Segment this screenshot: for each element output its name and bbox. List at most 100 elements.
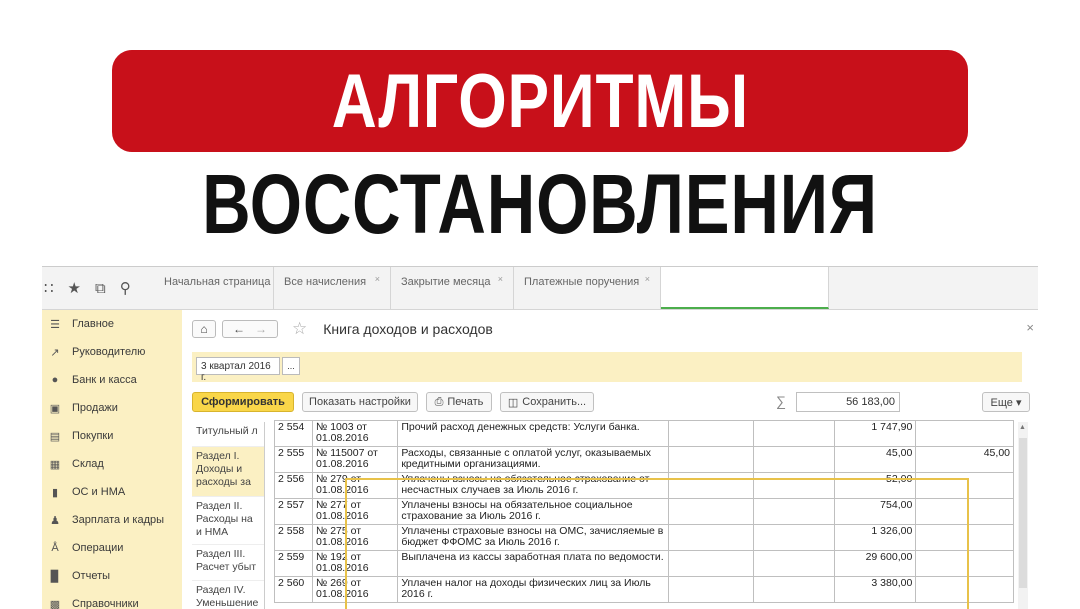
- row-sum: 45,00: [835, 447, 916, 473]
- apps-grid-icon[interactable]: ∷: [44, 279, 54, 297]
- sidebar-item-label: Покупки: [72, 430, 113, 442]
- row-sum2: [916, 551, 1014, 577]
- sidebar-item-fixed-assets[interactable]: ▮ОС и НМА: [42, 478, 182, 506]
- favorite-star-icon[interactable]: ☆: [292, 319, 307, 339]
- row-sum2: 45,00: [916, 447, 1014, 473]
- book-icon: ▩: [48, 598, 62, 609]
- more-button[interactable]: Еще ▾: [982, 392, 1030, 412]
- table-row[interactable]: 2 557 № 277 от 01.08.2016 Уплачены взнос…: [275, 499, 1014, 525]
- history-icon[interactable]: ⧉: [95, 280, 106, 297]
- grid-icon: ▦: [48, 458, 62, 471]
- sidebar-item-catalogs[interactable]: ▩ Справочники: [42, 590, 182, 609]
- row-description: Уплачены взносы на обязательное страхова…: [398, 473, 668, 499]
- table-row[interactable]: 2 560 № 269 от 01.08.2016 Уплачен налог …: [275, 577, 1014, 603]
- table-row[interactable]: 2 559 № 192 от 01.08.2016 Выплачена из к…: [275, 551, 1014, 577]
- coin-icon: ●: [48, 374, 62, 386]
- top-bar: ∷ ★ ⧉ ⚲ Начальная страница Все начислени…: [42, 267, 1038, 310]
- sidebar-item-operations[interactable]: ÅОперации: [42, 534, 182, 562]
- sidebar-item-warehouse[interactable]: ▦Склад: [42, 450, 182, 478]
- sum-icon: ∑: [776, 393, 786, 409]
- row-empty: [753, 421, 834, 447]
- scrollbar[interactable]: ▲: [1018, 422, 1028, 609]
- sidebar-item-sales[interactable]: ▣Продажи: [42, 394, 182, 422]
- report-section-4[interactable]: Раздел IV. Уменьшение: [192, 581, 264, 609]
- row-empty: [668, 447, 753, 473]
- favorites-star-icon[interactable]: ★: [68, 279, 81, 297]
- nav-buttons: ← →: [222, 320, 278, 338]
- save-button[interactable]: ◫Сохранить...: [500, 392, 594, 412]
- tab-label: Все начисления: [284, 276, 366, 288]
- report-section-3[interactable]: Раздел III. Расчет убыт: [192, 545, 264, 581]
- home-button[interactable]: ⌂: [192, 320, 216, 338]
- row-document: № 277 от 01.08.2016: [313, 499, 398, 525]
- sidebar-item-label: Руководителю: [72, 346, 145, 358]
- tab-label: Закрытие месяца: [401, 276, 491, 288]
- row-sum: 29 600,00: [835, 551, 916, 577]
- row-sum: 754,00: [835, 499, 916, 525]
- row-description: Уплачены страховые взносы на ОМС, зачисл…: [398, 525, 668, 551]
- forward-arrow-icon[interactable]: →: [255, 322, 267, 336]
- report-section-1[interactable]: Раздел I. Доходы и расходы за: [192, 447, 264, 497]
- row-empty: [753, 551, 834, 577]
- save-label: Сохранить...: [522, 396, 586, 408]
- scroll-thumb[interactable]: [1019, 438, 1027, 588]
- row-empty: [753, 577, 834, 603]
- app-window: ∷ ★ ⧉ ⚲ Начальная страница Все начислени…: [42, 266, 1038, 609]
- banner-title: АЛГОРИТМЫ: [331, 58, 748, 145]
- sidebar-item-manager[interactable]: ↗ Руководителю: [42, 338, 182, 366]
- close-tab-icon[interactable]: ×: [498, 274, 503, 284]
- sidebar-item-label: Банк и касса: [72, 374, 137, 386]
- period-select-button[interactable]: ...: [282, 357, 300, 375]
- row-sum: 1 747,90: [835, 421, 916, 447]
- generate-button[interactable]: Сформировать: [192, 392, 294, 412]
- report-section-2[interactable]: Раздел II. Расходы на и НМА: [192, 497, 264, 545]
- sidebar-item-reports[interactable]: ▉Отчеты: [42, 562, 182, 590]
- print-button[interactable]: ⎙Печать: [426, 392, 492, 412]
- close-tab-icon[interactable]: ×: [375, 274, 380, 284]
- row-description: Уплачены взносы на обязательное социальн…: [398, 499, 668, 525]
- row-sum2: [916, 499, 1014, 525]
- row-description: Выплачена из кассы заработная плата по в…: [398, 551, 668, 577]
- row-number: 2 559: [275, 551, 313, 577]
- sidebar-item-main[interactable]: ☰Главное: [42, 310, 182, 338]
- back-arrow-icon[interactable]: ←: [233, 322, 245, 336]
- menu-icon: ☰: [48, 318, 62, 331]
- tab-home[interactable]: Начальная страница: [154, 267, 274, 309]
- tab-payment-orders[interactable]: Платежные поручения×: [514, 267, 661, 309]
- sidebar-item-label: ОС и НМА: [72, 486, 125, 498]
- close-tab-icon[interactable]: ×: [645, 274, 650, 284]
- row-document: № 115007 от 01.08.2016: [313, 447, 398, 473]
- period-field[interactable]: 3 квартал 2016 г.: [196, 357, 280, 375]
- tab-book-income-expense[interactable]: [661, 267, 829, 309]
- row-number: 2 557: [275, 499, 313, 525]
- tab-month-closing[interactable]: Закрытие месяца ×: [391, 267, 514, 309]
- sidebar: ☰Главное ↗ Руководителю ● Банк и касса ▣Пр…: [42, 310, 182, 609]
- row-sum2: [916, 525, 1014, 551]
- show-settings-button[interactable]: Показать настройки: [302, 392, 418, 412]
- row-sum: 3 380,00: [835, 577, 916, 603]
- scroll-up-icon[interactable]: ▲: [1019, 424, 1026, 431]
- sidebar-item-label: Справочники: [72, 598, 139, 609]
- sidebar-item-purchases[interactable]: ▤ Покупки: [42, 422, 182, 450]
- tab-label: Начальная страница: [164, 276, 270, 288]
- table-row[interactable]: 2 554 № 1003 от 01.08.2016 Прочий расход…: [275, 421, 1014, 447]
- page-title: Книга доходов и расходов: [323, 321, 493, 337]
- table-row[interactable]: 2 558 № 275 от 01.08.2016 Уплачены страх…: [275, 525, 1014, 551]
- row-empty: [668, 421, 753, 447]
- table-row[interactable]: 2 556 № 279 от 01.08.2016 Уплачены взнос…: [275, 473, 1014, 499]
- sidebar-item-bank[interactable]: ● Банк и касса: [42, 366, 182, 394]
- table-row[interactable]: 2 555 № 115007 от 01.08.2016 Расходы, св…: [275, 447, 1014, 473]
- close-icon[interactable]: ×: [1026, 320, 1034, 335]
- cart-icon: ▤: [48, 430, 62, 443]
- tab-all-accruals[interactable]: Все начисления ×: [274, 267, 391, 309]
- report-section-title[interactable]: Титульный л: [192, 422, 264, 447]
- row-sum: 1 326,00: [835, 525, 916, 551]
- row-empty: [668, 577, 753, 603]
- sum-field: 56 183,00: [796, 392, 900, 412]
- report-table: 2 554 № 1003 от 01.08.2016 Прочий расход…: [274, 420, 1014, 603]
- search-icon[interactable]: ⚲: [120, 279, 131, 297]
- trend-icon: ↗: [48, 346, 62, 359]
- row-sum2: [916, 421, 1014, 447]
- home-icon: ⌂: [200, 322, 207, 336]
- sidebar-item-payroll[interactable]: ♟Зарплата и кадры: [42, 506, 182, 534]
